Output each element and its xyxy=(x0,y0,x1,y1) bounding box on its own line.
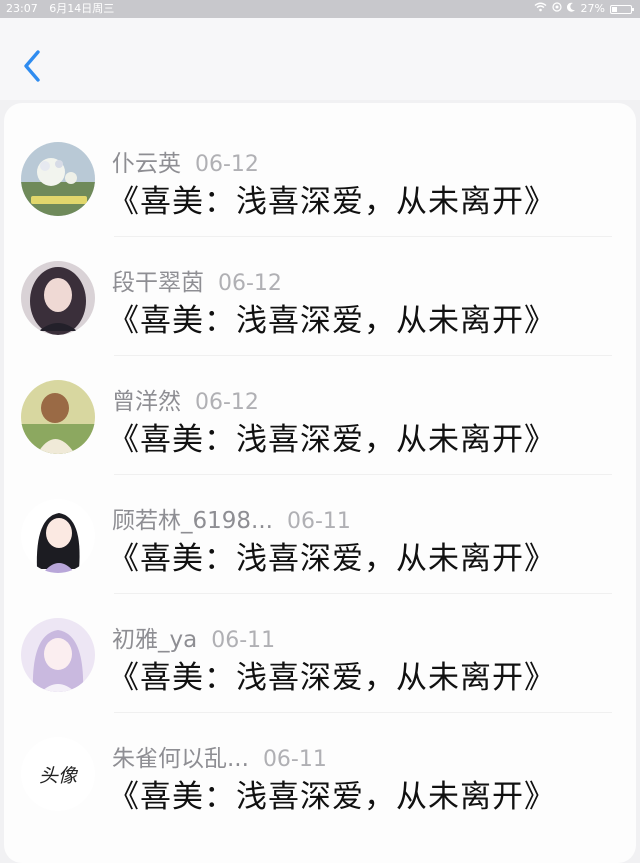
comment-meta: 初雅_ya 06-11 xyxy=(112,620,275,654)
battery-icon xyxy=(610,4,634,14)
battery-level xyxy=(612,6,617,12)
avatar[interactable]: 头像 xyxy=(21,737,95,811)
status-bar-right: 27% xyxy=(534,0,634,18)
user-name[interactable]: 初雅_ya xyxy=(112,627,197,653)
user-name[interactable]: 曾洋然 xyxy=(112,389,181,415)
comment-meta: 段干翠茵 06-12 xyxy=(112,263,282,297)
comment-text: 《喜美：浅喜深爱，从未离开》 xyxy=(108,184,556,220)
avatar[interactable] xyxy=(21,261,95,335)
comment-date: 06-11 xyxy=(286,509,351,534)
moon-icon xyxy=(566,0,576,18)
list-item[interactable]: 顾若林_6198... 06-11 《喜美：浅喜深爱，从未离开》 xyxy=(4,475,636,594)
avatar[interactable] xyxy=(21,380,95,454)
avatar-photo-flowers xyxy=(21,142,95,216)
navigation-bar xyxy=(0,18,640,100)
status-bar: 23:07 6月14日周三 27% xyxy=(0,0,640,18)
user-name[interactable]: 仆云英 xyxy=(112,151,181,177)
status-bar-left: 23:07 6月14日周三 xyxy=(6,0,114,18)
user-name[interactable]: 顾若林_6198... xyxy=(112,508,273,534)
avatar-anime-girl-black-hair xyxy=(21,499,95,573)
back-button[interactable] xyxy=(18,46,52,86)
comment-date: 06-12 xyxy=(218,271,282,296)
comment-meta: 仆云英 06-12 xyxy=(112,144,259,178)
list-item[interactable]: 初雅_ya 06-11 《喜美：浅喜深爱，从未离开》 xyxy=(4,594,636,713)
comment-date: 06-12 xyxy=(195,152,259,177)
comment-text: 《喜美：浅喜深爱，从未离开》 xyxy=(108,660,556,696)
chevron-left-icon xyxy=(24,50,40,82)
comment-meta: 顾若林_6198... 06-11 xyxy=(112,501,351,535)
user-name[interactable]: 段干翠茵 xyxy=(112,270,204,296)
avatar[interactable] xyxy=(21,618,95,692)
location-icon xyxy=(551,0,562,18)
comment-text: 《喜美：浅喜深爱，从未离开》 xyxy=(108,422,556,458)
avatar-anime-girl-purple xyxy=(21,618,95,692)
list-item[interactable]: 头像 朱雀何以乱... 06-11 《喜美：浅喜深爱，从未离开》 xyxy=(4,713,636,832)
status-date: 6月14日周三 xyxy=(49,2,115,15)
comment-text: 《喜美：浅喜深爱，从未离开》 xyxy=(108,303,556,339)
comment-list: 仆云英 06-12 《喜美：浅喜深爱，从未离开》 段干翠茵 06-12 《喜美：浅喜… xyxy=(4,103,636,863)
comment-text: 《喜美：浅喜深爱，从未离开》 xyxy=(108,779,556,815)
status-time: 23:07 xyxy=(6,2,38,15)
comment-date: 06-11 xyxy=(211,628,276,653)
comment-text: 《喜美：浅喜深爱，从未离开》 xyxy=(108,541,556,577)
comment-date: 06-11 xyxy=(262,747,327,772)
comment-meta: 朱雀何以乱... 06-11 xyxy=(112,739,327,773)
comment-date: 06-12 xyxy=(195,390,259,415)
wifi-icon xyxy=(534,0,547,18)
user-name[interactable]: 朱雀何以乱... xyxy=(112,746,249,772)
avatar[interactable] xyxy=(21,142,95,216)
list-item[interactable]: 曾洋然 06-12 《喜美：浅喜深爱，从未离开》 xyxy=(4,356,636,475)
list-item[interactable]: 段干翠茵 06-12 《喜美：浅喜深爱，从未离开》 xyxy=(4,237,636,356)
avatar[interactable] xyxy=(21,499,95,573)
comment-meta: 曾洋然 06-12 xyxy=(112,382,259,416)
avatar-photo-girl-outdoor xyxy=(21,380,95,454)
avatar-photo-girl-dark-hair xyxy=(21,261,95,335)
battery-percent: 27% xyxy=(580,2,605,15)
list-item[interactable]: 仆云英 06-12 《喜美：浅喜深爱，从未离开》 xyxy=(4,118,636,237)
